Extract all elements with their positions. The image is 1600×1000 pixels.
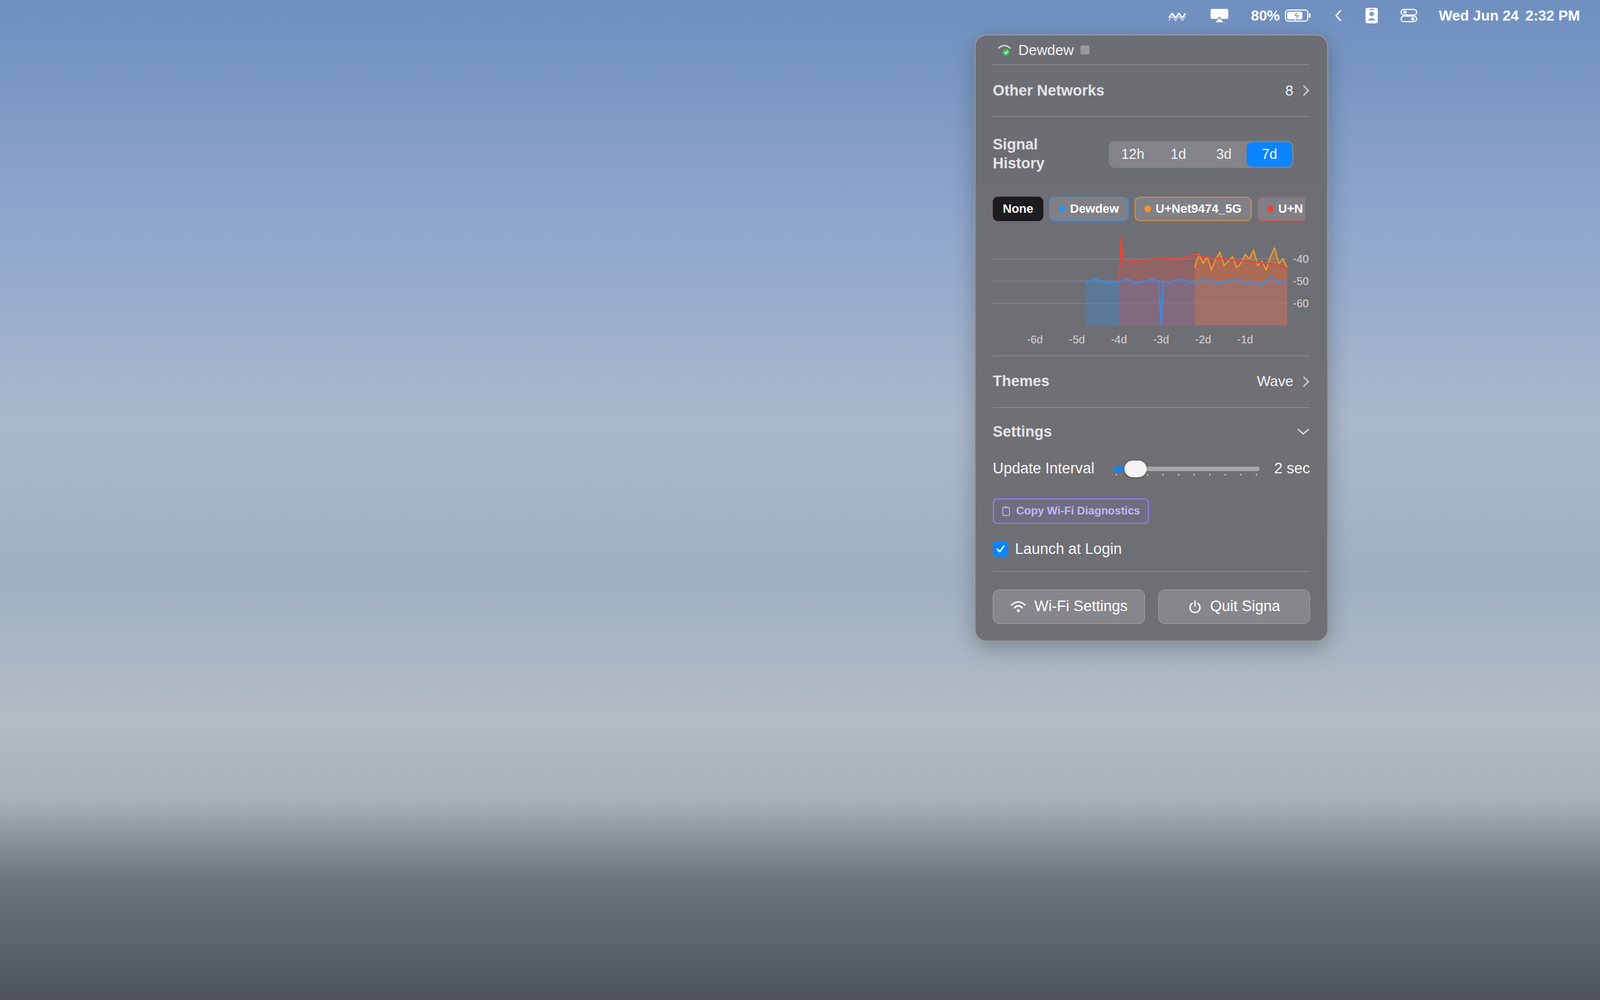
bottom-buttons: Wi-Fi Settings Quit Signa xyxy=(992,589,1310,624)
launch-at-login-checkbox[interactable] xyxy=(992,541,1009,557)
footer-button[interactable]: Quit Signa xyxy=(1158,589,1311,624)
signal-history-label: Signal History xyxy=(992,135,1060,174)
theme-value: Wave xyxy=(1257,372,1294,390)
checkmark-icon xyxy=(995,543,1007,555)
wallpaper-photo xyxy=(0,0,1600,1000)
network-legend: None Dewdew U+Net9474_5G U+N xyxy=(992,196,1310,222)
launch-at-login-row[interactable]: Launch at Login xyxy=(992,540,1310,558)
update-interval-slider[interactable] xyxy=(1113,459,1260,479)
footer-button-label: Quit Signa xyxy=(1210,597,1280,615)
chevron-right-icon xyxy=(1302,84,1310,97)
divider xyxy=(992,407,1310,408)
legend-dot-icon xyxy=(1058,205,1066,213)
settings-header[interactable]: Settings xyxy=(992,423,1310,441)
control-center-icon[interactable] xyxy=(1400,7,1418,24)
legend-dot-icon xyxy=(1267,205,1274,213)
x-axis-label: -4d xyxy=(1111,333,1128,346)
signal-history-section: Signal History 12h1d3d7d None Dewdew U+Net94… xyxy=(992,116,1310,356)
divider xyxy=(992,571,1310,572)
legend-label: U+Net9474_5G xyxy=(1155,201,1242,217)
divider xyxy=(992,116,1310,117)
signal-wave-icon[interactable] xyxy=(1167,8,1188,23)
settings-section: Settings Update Interval 2 sec Copy Wi-Fi D… xyxy=(992,407,1310,572)
range-segment[interactable]: 1d xyxy=(1155,142,1202,167)
slider-tick xyxy=(1240,473,1242,476)
battery-status[interactable]: 80% xyxy=(1251,7,1313,25)
time-text: 2:32 PM xyxy=(1525,7,1580,25)
clipboard-icon xyxy=(1001,505,1011,517)
signa-menu-popup: Dewdew Other Networks 8 Signal History 12h1d… xyxy=(974,34,1329,642)
other-networks-label: Other Networks xyxy=(992,82,1105,100)
y-axis-label: -40 xyxy=(1292,252,1309,265)
chevron-left-icon[interactable] xyxy=(1333,8,1344,23)
footer-button-label: Wi-Fi Settings xyxy=(1034,597,1128,615)
series-line xyxy=(1085,276,1288,326)
themes-label: Themes xyxy=(992,372,1050,390)
copy-diagnostics-label: Copy Wi-Fi Diagnostics xyxy=(1016,504,1140,518)
current-network-name: Dewdew xyxy=(1018,41,1074,59)
desktop: 80% Wed Jun 24 2:32 PM Dewdew Other Networks… xyxy=(0,0,1600,1000)
range-segment[interactable]: 7d xyxy=(1246,142,1293,167)
range-segment[interactable]: 3d xyxy=(1201,142,1247,167)
legend-label: Dewdew xyxy=(1070,201,1119,217)
slider-tick xyxy=(1224,473,1227,476)
series-line xyxy=(1194,247,1288,270)
signal-history-chart: -40 -50 -60 -6d -5d -4d -3d -2d -1d xyxy=(992,232,1313,350)
copy-diagnostics-button[interactable]: Copy Wi-Fi Diagnostics xyxy=(992,498,1149,524)
slider-tick xyxy=(1146,473,1149,476)
wifi-connected-icon xyxy=(997,43,1012,57)
legend-label: U+N xyxy=(1278,201,1304,217)
legend-chip[interactable]: None xyxy=(992,196,1044,222)
launch-at-login-label: Launch at Login xyxy=(1015,540,1122,558)
date-text: Wed Jun 24 xyxy=(1438,7,1519,25)
network-info-icon[interactable] xyxy=(1080,45,1090,55)
wifi-icon xyxy=(1010,600,1027,614)
x-axis-label: -6d xyxy=(1026,333,1043,346)
update-interval-value: 2 sec xyxy=(1273,460,1310,478)
chevron-right-icon xyxy=(1302,375,1310,388)
slider-knob[interactable] xyxy=(1124,460,1147,478)
range-segment[interactable]: 12h xyxy=(1110,142,1156,167)
slider-tick xyxy=(1255,473,1258,476)
current-network-row[interactable]: Dewdew xyxy=(992,35,1310,65)
battery-icon xyxy=(1284,8,1313,23)
battery-percentage: 80% xyxy=(1251,7,1280,25)
slider-tick xyxy=(1193,473,1195,476)
x-axis-label: -3d xyxy=(1152,333,1169,346)
range-segmented-control: 12h1d3d7d xyxy=(1108,141,1294,168)
footer-button[interactable]: Wi-Fi Settings xyxy=(992,589,1145,624)
y-axis-label: -60 xyxy=(1292,297,1309,310)
legend-chip[interactable]: U+N xyxy=(1257,196,1306,222)
airplay-display-icon[interactable] xyxy=(1208,7,1230,24)
y-axis-label: -50 xyxy=(1292,275,1309,288)
legend-dot-icon xyxy=(1144,205,1152,213)
contact-card-icon[interactable] xyxy=(1364,6,1379,25)
slider-tick xyxy=(1115,473,1118,476)
x-axis-label: -2d xyxy=(1195,333,1212,346)
settings-label: Settings xyxy=(992,423,1053,441)
x-axis-label: -1d xyxy=(1237,333,1254,346)
legend-chip[interactable]: U+Net9474_5G xyxy=(1134,196,1252,222)
divider xyxy=(992,355,1310,357)
menu-bar: 80% Wed Jun 24 2:32 PM xyxy=(0,0,1600,32)
legend-chip[interactable]: Dewdew xyxy=(1048,196,1129,222)
power-icon xyxy=(1187,599,1203,614)
update-interval-row: Update Interval 2 sec xyxy=(992,459,1310,479)
chevron-down-icon xyxy=(1296,427,1310,437)
x-axis-label: -5d xyxy=(1068,333,1085,346)
slider-tick xyxy=(1208,473,1211,476)
series-line xyxy=(1118,236,1288,282)
divider xyxy=(992,64,1310,65)
themes-row[interactable]: Themes Wave xyxy=(992,356,1310,408)
slider-tick xyxy=(1177,473,1180,476)
slider-tick xyxy=(1162,473,1164,476)
update-interval-label: Update Interval xyxy=(992,460,1095,478)
menu-clock[interactable]: Wed Jun 24 2:32 PM xyxy=(1438,7,1580,25)
other-networks-row[interactable]: Other Networks 8 xyxy=(992,65,1310,117)
other-networks-count: 8 xyxy=(1285,82,1294,100)
